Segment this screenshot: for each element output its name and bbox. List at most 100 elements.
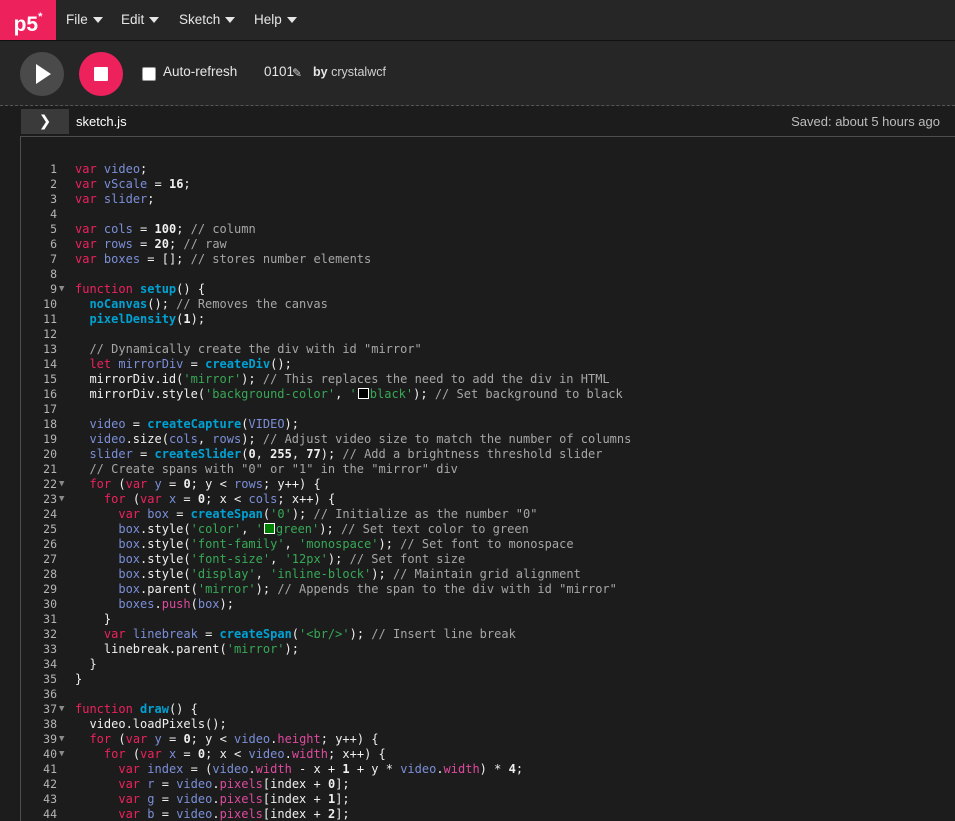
code-text: linebreak.parent('mirror');: [75, 642, 299, 656]
line-number: 30: [43, 597, 57, 611]
code-line[interactable]: 35}: [21, 672, 955, 687]
file-name: sketch.js: [76, 114, 127, 129]
code-line[interactable]: 31 }: [21, 612, 955, 627]
code-line[interactable]: 16 mirrorDiv.style('background-color', '…: [21, 387, 955, 402]
code-line[interactable]: 30 boxes.push(box);: [21, 597, 955, 612]
menu-help[interactable]: Help: [254, 0, 297, 40]
line-number: 34: [43, 657, 57, 671]
line-number: 26: [43, 537, 57, 551]
code-line[interactable]: 23 ▼ for (var x = 0; x < cols; x++) {: [21, 492, 955, 507]
code-line[interactable]: 44 var b = video.pixels[index + 2];: [21, 807, 955, 821]
code-text: box.style('display', 'inline-block'); //…: [118, 567, 581, 581]
code-line[interactable]: 17: [21, 402, 955, 417]
code-line[interactable]: 21 // Create spans with "0" or "1" in th…: [21, 462, 955, 477]
code-line[interactable]: 8: [21, 267, 955, 282]
code-line[interactable]: 3 var slider;: [21, 192, 955, 207]
code-line[interactable]: 37 ▼ function draw() {: [21, 702, 955, 717]
code-line[interactable]: 25 box.style('color', ' green'); // Set t…: [21, 522, 955, 537]
menu-sketch[interactable]: Sketch: [179, 0, 236, 40]
code-line[interactable]: 42 var r = video.pixels[index + 0];: [21, 777, 955, 792]
chevron-right-icon: ❯: [38, 113, 52, 130]
code-line[interactable]: 15 mirrorDiv.id('mirror'); // This repla…: [21, 372, 955, 387]
fold-arrow-icon[interactable]: ▼: [59, 492, 64, 507]
line-number: 17: [43, 402, 57, 416]
code-line[interactable]: 24 var box = createSpan('0'); // Initial…: [21, 507, 955, 522]
code-text: mirrorDiv.id('mirror'); // This replaces…: [75, 372, 610, 386]
code-line[interactable]: 9 ▼ function setup() {: [21, 282, 955, 297]
line-number: 42: [43, 777, 57, 791]
auto-refresh-checkbox[interactable]: [142, 67, 156, 81]
code-text: }: [75, 657, 97, 671]
code-text: var index = (video.width - x + 1 + y * v…: [118, 762, 524, 776]
code-line[interactable]: 4: [21, 207, 955, 222]
code-text: var slider;: [75, 192, 155, 206]
code-text: var cols = 100; // column: [75, 222, 256, 236]
code-line[interactable]: 32 var linebreak = createSpan('<br/>'); …: [21, 627, 955, 642]
fold-arrow-icon[interactable]: ▼: [59, 747, 64, 762]
code-line[interactable]: 2 var vScale = 16;: [21, 177, 955, 192]
p5-logo[interactable]: p5*: [0, 0, 56, 40]
pencil-icon[interactable]: ✎: [292, 66, 302, 80]
menu-file[interactable]: File: [66, 0, 103, 40]
code-line[interactable]: 28 box.style('display', 'inline-block');…: [21, 567, 955, 582]
code-text: var video;: [75, 162, 148, 176]
code-line[interactable]: 10 noCanvas(); // Removes the canvas: [21, 297, 955, 312]
code-line[interactable]: 29 box.parent('mirror'); // Appends the …: [21, 582, 955, 597]
author-link[interactable]: crystalwcf: [331, 65, 386, 79]
code-line[interactable]: 27 box.style('font-size', '12px'); // Se…: [21, 552, 955, 567]
play-button[interactable]: [20, 52, 64, 96]
fold-arrow-icon[interactable]: ▼: [59, 702, 64, 717]
line-number: 25: [43, 522, 57, 536]
code-line[interactable]: 19 video.size(cols, rows); // Adjust vid…: [21, 432, 955, 447]
code-text: var boxes = []; // stores number element…: [75, 252, 372, 266]
code-line[interactable]: 38 video.loadPixels();: [21, 717, 955, 732]
code-line[interactable]: 1 var video;: [21, 162, 955, 177]
code-text: for (var x = 0; x < cols; x++) {: [103, 492, 336, 506]
fold-arrow-icon[interactable]: ▼: [59, 282, 64, 297]
code-text: noCanvas(); // Removes the canvas: [89, 297, 328, 311]
code-text: // Create spans with "0" or "1" in the "…: [89, 462, 458, 476]
line-number: 1: [50, 162, 57, 176]
fold-arrow-icon[interactable]: ▼: [59, 477, 64, 492]
project-name[interactable]: 0101: [264, 64, 294, 79]
code-text: box.style('font-family', 'monospace'); /…: [118, 537, 574, 551]
code-line[interactable]: 33 linebreak.parent('mirror');: [21, 642, 955, 657]
line-number: 32: [43, 627, 57, 641]
code-line[interactable]: 22 ▼ for (var y = 0; y < rows; y++) {: [21, 477, 955, 492]
code-line[interactable]: 40 ▼ for (var x = 0; x < video.width; x++…: [21, 747, 955, 762]
code-line[interactable]: 26 box.style('font-family', 'monospace')…: [21, 537, 955, 552]
code-line[interactable]: 11 pixelDensity(1);: [21, 312, 955, 327]
code-line[interactable]: 6 var rows = 20; // raw: [21, 237, 955, 252]
code-line[interactable]: 34 }: [21, 657, 955, 672]
code-line[interactable]: 5 var cols = 100; // column: [21, 222, 955, 237]
code-line[interactable]: 14 let mirrorDiv = createDiv();: [21, 357, 955, 372]
fold-arrow-icon[interactable]: ▼: [59, 732, 64, 747]
code-line[interactable]: 36: [21, 687, 955, 702]
code-line[interactable]: 7 var boxes = []; // stores number elemen…: [21, 252, 955, 267]
expand-sidebar-button[interactable]: ❯: [21, 109, 69, 134]
code-line[interactable]: 41 var index = (video.width - x + 1 + y …: [21, 762, 955, 777]
code-line[interactable]: 20 slider = createSlider(0, 255, 77); //…: [21, 447, 955, 462]
line-number: 29: [43, 582, 57, 596]
code-text: var b = video.pixels[index + 2];: [118, 807, 350, 821]
code-line[interactable]: 18 video = createCapture(VIDEO);: [21, 417, 955, 432]
code-text: var box = createSpan('0'); // Initialize…: [118, 507, 538, 521]
line-number: 3: [50, 192, 57, 206]
line-number: 9: [50, 282, 57, 296]
menu-file-label: File: [66, 12, 88, 27]
code-text: var vScale = 16;: [75, 177, 191, 191]
code-line[interactable]: 39 ▼ for (var y = 0; y < video.height; y+…: [21, 732, 955, 747]
auto-refresh-label[interactable]: Auto-refresh: [163, 64, 237, 79]
line-number: 41: [43, 762, 57, 776]
code-editor[interactable]: 1 var video; 2 var vScale = 16; 3 var slider;…: [20, 136, 955, 821]
code-text: slider = createSlider(0, 255, 77); // Ad…: [89, 447, 603, 461]
menu-sketch-label: Sketch: [179, 12, 221, 27]
code-text: let mirrorDiv = createDiv();: [89, 357, 292, 371]
code-line[interactable]: 43 var g = video.pixels[index + 1];: [21, 792, 955, 807]
menu-edit[interactable]: Edit: [121, 0, 160, 40]
project-author: by crystalwcf: [313, 65, 386, 79]
stop-button[interactable]: [79, 52, 123, 96]
line-number: 2: [50, 177, 57, 191]
code-line[interactable]: 13 // Dynamically create the div with id…: [21, 342, 955, 357]
code-line[interactable]: 12: [21, 327, 955, 342]
